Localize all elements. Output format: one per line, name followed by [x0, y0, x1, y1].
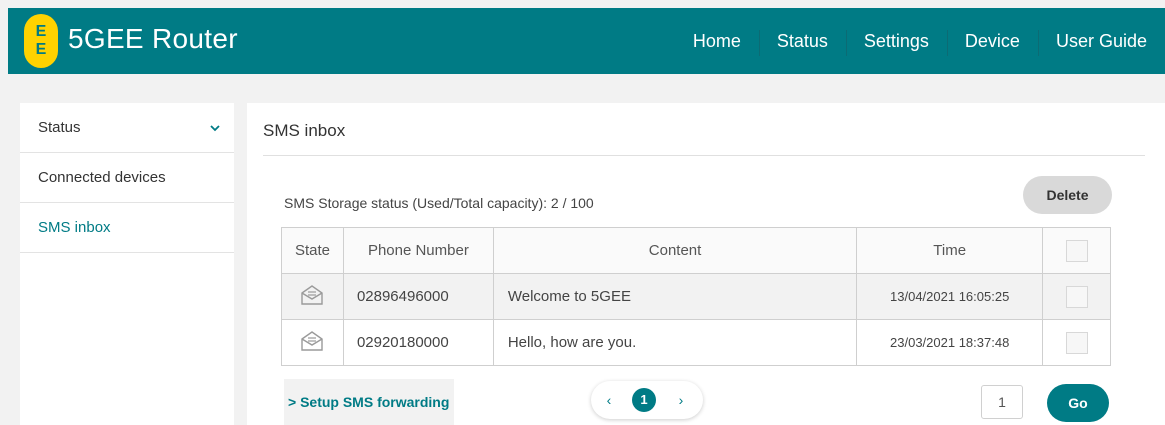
select-cell — [1042, 273, 1111, 320]
sidebar-item-connected-devices[interactable]: Connected devices — [20, 153, 234, 203]
go-button[interactable]: Go — [1047, 384, 1109, 422]
state-cell — [281, 273, 344, 320]
row-checkbox[interactable] — [1065, 331, 1088, 354]
column-header-content: Content — [492, 227, 858, 274]
content-cell: Hello, how are you. — [492, 319, 858, 366]
column-header-select — [1042, 227, 1111, 274]
time-cell: 13/04/2021 16:05:25 — [856, 273, 1044, 320]
sidebar: Status Connected devices SMS inbox — [20, 103, 234, 425]
column-header-phone: Phone Number — [342, 227, 494, 274]
chevron-left-icon[interactable]: ‹ — [599, 381, 619, 419]
logo-letter-top: E — [35, 23, 47, 40]
chevron-right-icon[interactable]: › — [671, 381, 691, 419]
sidebar-item-label: Status — [38, 119, 81, 136]
nav-status[interactable]: Status — [758, 8, 846, 74]
app-title: 5GEE Router — [68, 23, 238, 54]
phone-cell: 02920180000 — [342, 319, 494, 366]
sidebar-item-sms-inbox[interactable]: SMS inbox — [20, 203, 234, 253]
current-page-button[interactable]: 1 — [632, 388, 656, 412]
sidebar-item-status[interactable]: Status — [20, 103, 234, 153]
table-row[interactable]: 02920180000 Hello, how are you. 23/03/20… — [281, 319, 1111, 366]
envelope-open-icon — [299, 283, 325, 311]
sidebar-item-label: SMS inbox — [38, 219, 111, 236]
row-checkbox[interactable] — [1065, 285, 1088, 308]
nav-device[interactable]: Device — [946, 8, 1038, 74]
main-nav: Home Status Settings Device User Guide — [675, 8, 1165, 74]
content-cell: Welcome to 5GEE — [492, 273, 858, 320]
title-divider — [263, 155, 1145, 156]
nav-settings[interactable]: Settings — [845, 8, 947, 74]
phone-cell: 02896496000 — [342, 273, 494, 320]
select-cell — [1042, 319, 1111, 366]
logo-letter-bottom: E — [35, 41, 47, 58]
main-panel: SMS inbox SMS Storage status (Used/Total… — [247, 103, 1165, 425]
storage-status: SMS Storage status (Used/Total capacity)… — [284, 195, 594, 211]
select-all-checkbox[interactable] — [1065, 239, 1088, 262]
nav-home[interactable]: Home — [675, 8, 759, 74]
envelope-open-icon — [299, 329, 325, 357]
ee-logo[interactable]: E E — [24, 14, 58, 68]
pagination: ‹ 1 › — [591, 381, 703, 419]
time-cell: 23/03/2021 18:37:48 — [856, 319, 1044, 366]
nav-user-guide[interactable]: User Guide — [1037, 8, 1165, 74]
column-header-state: State — [281, 227, 344, 274]
table-header-row: State Phone Number Content Time — [281, 227, 1111, 274]
page-title: SMS inbox — [263, 121, 346, 140]
setup-sms-forwarding-link[interactable]: > Setup SMS forwarding — [284, 379, 454, 425]
sidebar-item-label: Connected devices — [38, 169, 166, 186]
sms-table: State Phone Number Content Time 02896496… — [281, 227, 1111, 366]
page-number-input[interactable]: 1 — [981, 385, 1023, 419]
table-row[interactable]: 02896496000 Welcome to 5GEE 13/04/2021 1… — [281, 273, 1111, 320]
top-bar: E E 5GEE Router Home Status Settings Dev… — [8, 8, 1165, 74]
state-cell — [281, 319, 344, 366]
column-header-time: Time — [856, 227, 1044, 274]
delete-button[interactable]: Delete — [1023, 176, 1112, 214]
